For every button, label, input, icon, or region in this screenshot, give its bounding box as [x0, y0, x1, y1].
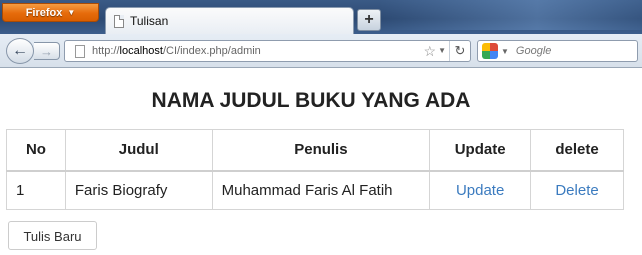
- url-prefix: http://: [92, 45, 120, 57]
- new-post-button[interactable]: Tulis Baru: [8, 221, 97, 250]
- bookmark-star-icon[interactable]: ☆: [423, 43, 436, 60]
- cell-delete: Delete: [530, 170, 624, 210]
- column-header-penulis: Penulis: [211, 129, 431, 172]
- title-bar-glow: [380, 0, 642, 30]
- search-bar[interactable]: ▼ Google: [477, 40, 638, 62]
- delete-link[interactable]: Delete: [555, 182, 598, 199]
- firefox-menu-button[interactable]: Firefox ▼: [2, 3, 99, 22]
- forward-button[interactable]: →: [34, 42, 60, 60]
- url-host: localhost: [119, 45, 163, 57]
- search-placeholder: Google: [515, 45, 552, 57]
- title-bar: Firefox ▼ Tulisan +: [0, 0, 642, 34]
- history-dropdown-icon[interactable]: ▼: [438, 46, 446, 55]
- firefox-menu-label: Firefox: [25, 6, 63, 19]
- navigation-bar: ← → http://localhost/CI/index.php/admin …: [0, 34, 642, 68]
- table-header-row: No Judul Penulis Update delete: [6, 129, 624, 172]
- url-bar[interactable]: http://localhost/CI/index.php/admin ☆ ▼ …: [64, 40, 471, 62]
- cell-update: Update: [429, 170, 532, 210]
- table-row: 1 Faris Biografy Muhammad Faris Al Fatih…: [6, 170, 624, 210]
- column-header-delete: delete: [530, 129, 624, 172]
- column-header-update: Update: [429, 129, 532, 172]
- close-icon[interactable]: [334, 14, 346, 26]
- cell-no: 1: [6, 170, 66, 210]
- cell-penulis: Muhammad Faris Al Fatih: [211, 170, 431, 210]
- cell-judul: Faris Biografy: [64, 170, 213, 210]
- new-tab-button[interactable]: +: [357, 9, 381, 31]
- column-header-judul: Judul: [64, 129, 213, 172]
- page-icon: [75, 44, 85, 58]
- column-header-no: No: [6, 129, 66, 172]
- reload-icon[interactable]: ↻: [449, 41, 470, 61]
- update-link[interactable]: Update: [456, 182, 504, 199]
- books-table: No Judul Penulis Update delete 1 Faris B…: [6, 129, 624, 210]
- page-icon: [114, 14, 124, 28]
- arrow-left-icon: ←: [12, 42, 28, 59]
- tab-title: Tulisan: [130, 14, 169, 28]
- url-path: /CI/index.php/admin: [162, 45, 261, 57]
- chevron-down-icon: ▼: [67, 8, 76, 17]
- page-title: NAMA JUDUL BUKU YANG ADA: [151, 89, 471, 112]
- arrow-right-icon: →: [40, 43, 53, 59]
- back-button[interactable]: ←: [6, 38, 34, 64]
- google-icon[interactable]: [482, 43, 498, 59]
- tab-tulisan[interactable]: Tulisan: [105, 7, 354, 34]
- search-engine-dropdown-icon[interactable]: ▼: [501, 47, 509, 56]
